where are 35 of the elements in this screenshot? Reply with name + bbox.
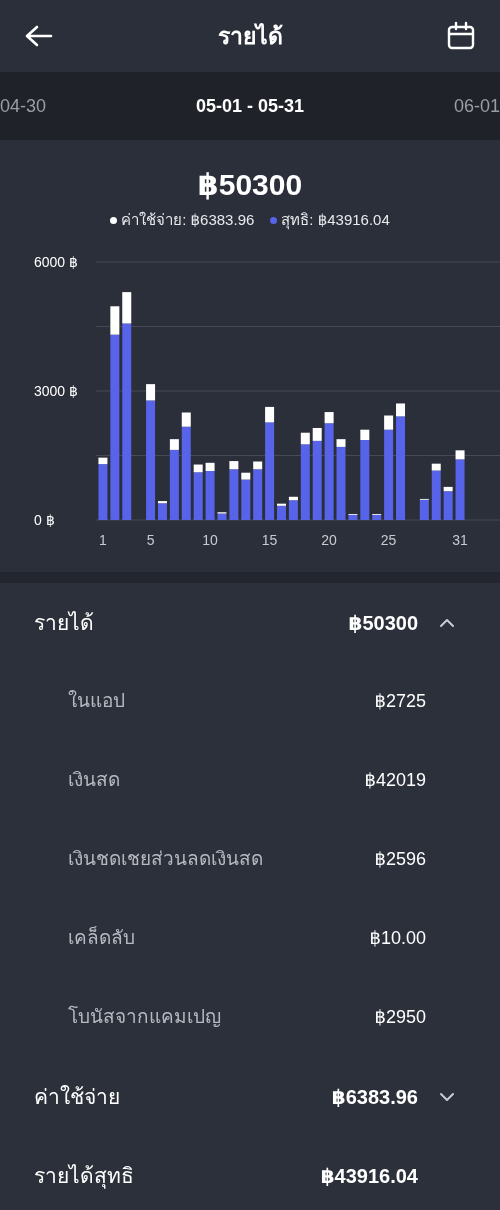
section-label: รายได้สุทธิ: [34, 1162, 135, 1191]
x-axis-label: 31: [452, 531, 468, 548]
x-axis-label: 20: [321, 531, 337, 548]
total-amount: ฿50300: [196, 168, 304, 201]
x-axis-label: 5: [146, 531, 155, 548]
x-axis-label: 25: [380, 531, 397, 548]
y-axis-label: 0 ฿: [34, 511, 55, 528]
x-axis-label: 10: [202, 531, 218, 548]
item-amount: ฿2725: [374, 690, 426, 713]
item-label: เงินชดเชยส่วนลดเงินสด: [68, 847, 263, 872]
legend-label: สุทธิ: ฿43916.04: [281, 210, 390, 232]
item-amount: ฿2596: [374, 848, 426, 871]
item-amount: ฿10.00: [369, 927, 426, 950]
back-arrow-icon: [24, 24, 54, 48]
item-label: ในแอป: [68, 689, 125, 714]
section-label: ค่าใช้จ่าย: [34, 1083, 121, 1110]
item-amount: ฿2950: [374, 1006, 426, 1029]
item-label: เงินสด: [68, 768, 120, 793]
item-amount: ฿42019: [364, 769, 426, 792]
section-amount: ฿43916.04: [320, 1163, 418, 1189]
item-label: เคล็ดลับ: [68, 925, 135, 951]
section-amount: ฿6383.96: [331, 1084, 418, 1110]
calendar-icon: [446, 21, 476, 51]
section-label: รายได้: [34, 609, 95, 636]
period-tab[interactable]: 06-01: [453, 92, 500, 120]
x-axis-label: 1: [99, 531, 107, 548]
section-amount: ฿50300: [348, 610, 418, 636]
period-tab[interactable]: 04-30: [0, 92, 47, 120]
item-label: โบนัสจากแคมเปญ: [68, 1004, 221, 1030]
y-axis-label: 6000 ฿: [34, 253, 79, 270]
x-axis-label: 15: [261, 531, 278, 548]
page-title: รายได้: [217, 21, 283, 51]
period-tab[interactable]: 05-01 - 05-31: [195, 92, 305, 120]
y-axis-label: 3000 ฿: [34, 382, 79, 399]
legend-label: ค่าใช้จ่าย: ฿6383.96: [121, 210, 255, 230]
